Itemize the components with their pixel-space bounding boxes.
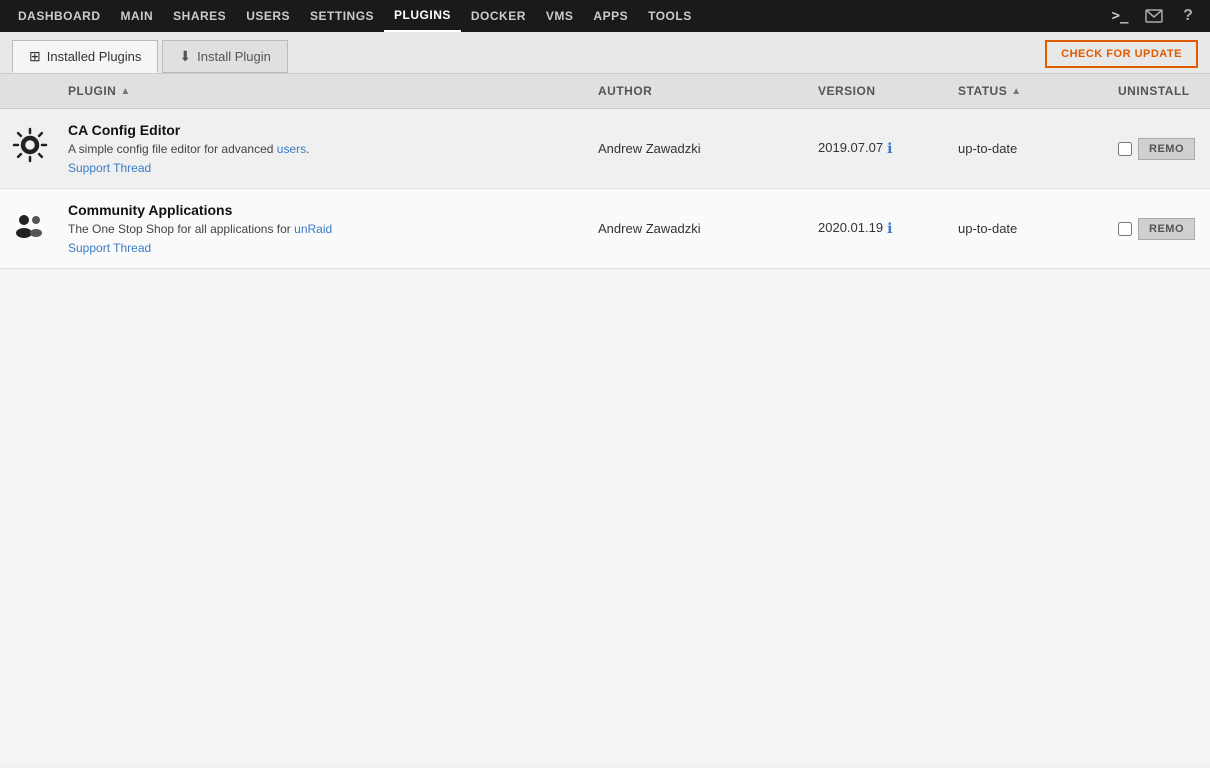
tab-installed-label: Installed Plugins	[47, 49, 142, 64]
col-status: STATUS ▲	[950, 80, 1110, 102]
col-author: AUTHOR	[590, 80, 810, 102]
help-icon[interactable]: ?	[1174, 2, 1202, 30]
nav-apps[interactable]: APPS	[583, 0, 638, 32]
ca-config-editor-status: up-to-date	[950, 133, 1110, 164]
nav-settings[interactable]: SETTINGS	[300, 0, 384, 32]
community-applications-version: 2020.01.19 ℹ	[810, 212, 950, 245]
ca-config-editor-desc: A simple config file editor for advanced…	[68, 142, 582, 156]
ca-config-editor-checkbox[interactable]	[1118, 142, 1132, 156]
col-version: VERSION	[810, 80, 950, 102]
tab-install-plugin[interactable]: ⬇ Install Plugin	[162, 40, 287, 73]
ca-config-editor-remove-button[interactable]: REMO	[1138, 138, 1195, 160]
community-applications-status: up-to-date	[950, 213, 1110, 244]
community-applications-name: Community Applications	[68, 202, 582, 218]
ca-config-editor-icon	[12, 127, 48, 171]
nav-main[interactable]: MAIN	[111, 0, 164, 32]
plugin-row-ca-config-editor: CA Config Editor A simple config file ed…	[0, 109, 1210, 189]
col-version-label: VERSION	[818, 84, 876, 98]
ca-config-editor-info: CA Config Editor A simple config file ed…	[60, 112, 590, 185]
nav-plugins[interactable]: PLUGINS	[384, 0, 461, 32]
community-applications-remove-button[interactable]: REMO	[1138, 218, 1195, 240]
tab-installed-plugins[interactable]: ⊞ Installed Plugins	[12, 40, 158, 73]
check-for-update-button[interactable]: CHECK FOR UPDATE	[1045, 40, 1198, 68]
col-icon	[0, 80, 60, 102]
ca-config-editor-support-link[interactable]: Support Thread	[68, 161, 151, 175]
nav-docker[interactable]: DOCKER	[461, 0, 536, 32]
ca-config-editor-info-icon[interactable]: ℹ	[887, 140, 892, 157]
status-sort-icon: ▲	[1011, 86, 1021, 97]
nav-users[interactable]: USERS	[236, 0, 300, 32]
message-icon[interactable]	[1140, 2, 1168, 30]
plugin-sort-icon: ▲	[120, 86, 130, 97]
community-applications-status-value: up-to-date	[958, 221, 1017, 236]
tab-install-label: Install Plugin	[197, 49, 271, 64]
community-applications-author: Andrew Zawadzki	[590, 213, 810, 244]
nav-icons: >_ ?	[1106, 2, 1202, 30]
community-applications-info-icon[interactable]: ℹ	[887, 220, 892, 237]
community-applications-icon-cell	[0, 199, 60, 259]
community-applications-uninstall: REMO	[1110, 210, 1210, 248]
desc-highlight-users: users	[277, 142, 306, 156]
nav-vms[interactable]: VMS	[536, 0, 584, 32]
table-header: PLUGIN ▲ AUTHOR VERSION STATUS ▲ UNINSTA…	[0, 74, 1210, 109]
ca-config-editor-version: 2019.07.07 ℹ	[810, 132, 950, 165]
community-applications-support-link[interactable]: Support Thread	[68, 241, 151, 255]
ca-config-editor-name: CA Config Editor	[68, 122, 582, 138]
plugin-row-community-applications: Community Applications The One Stop Shop…	[0, 189, 1210, 269]
installed-plugins-icon: ⊞	[29, 48, 41, 65]
community-applications-checkbox[interactable]	[1118, 222, 1132, 236]
col-author-label: AUTHOR	[598, 84, 652, 98]
ca-config-editor-author: Andrew Zawadzki	[590, 133, 810, 164]
nav-tools[interactable]: TOOLS	[638, 0, 702, 32]
ca-config-editor-uninstall: REMO	[1110, 130, 1210, 168]
col-uninstall: UNINSTALL	[1110, 80, 1210, 102]
col-status-label: STATUS	[958, 84, 1007, 98]
ca-config-editor-version-value: 2019.07.07	[818, 140, 883, 155]
nav-dashboard[interactable]: DASHBOARD	[8, 0, 111, 32]
tabs-bar: ⊞ Installed Plugins ⬇ Install Plugin CHE…	[0, 32, 1210, 74]
install-plugin-icon: ⬇	[179, 48, 191, 65]
col-plugin: PLUGIN ▲	[60, 80, 590, 102]
nav-shares[interactable]: SHARES	[163, 0, 236, 32]
col-uninstall-label: UNINSTALL	[1118, 84, 1190, 98]
ca-config-editor-icon-cell	[0, 119, 60, 179]
top-navigation: DASHBOARD MAIN SHARES USERS SETTINGS PLU…	[0, 0, 1210, 32]
main-content: PLUGIN ▲ AUTHOR VERSION STATUS ▲ UNINSTA…	[0, 74, 1210, 764]
desc-highlight-unraid: unRaid	[294, 222, 332, 236]
col-plugin-label: PLUGIN	[68, 84, 116, 98]
community-applications-version-value: 2020.01.19	[818, 220, 883, 235]
community-applications-desc: The One Stop Shop for all applications f…	[68, 222, 582, 236]
community-applications-icon	[12, 207, 48, 251]
community-applications-info: Community Applications The One Stop Shop…	[60, 192, 590, 265]
terminal-icon[interactable]: >_	[1106, 2, 1134, 30]
ca-config-editor-status-value: up-to-date	[958, 141, 1017, 156]
